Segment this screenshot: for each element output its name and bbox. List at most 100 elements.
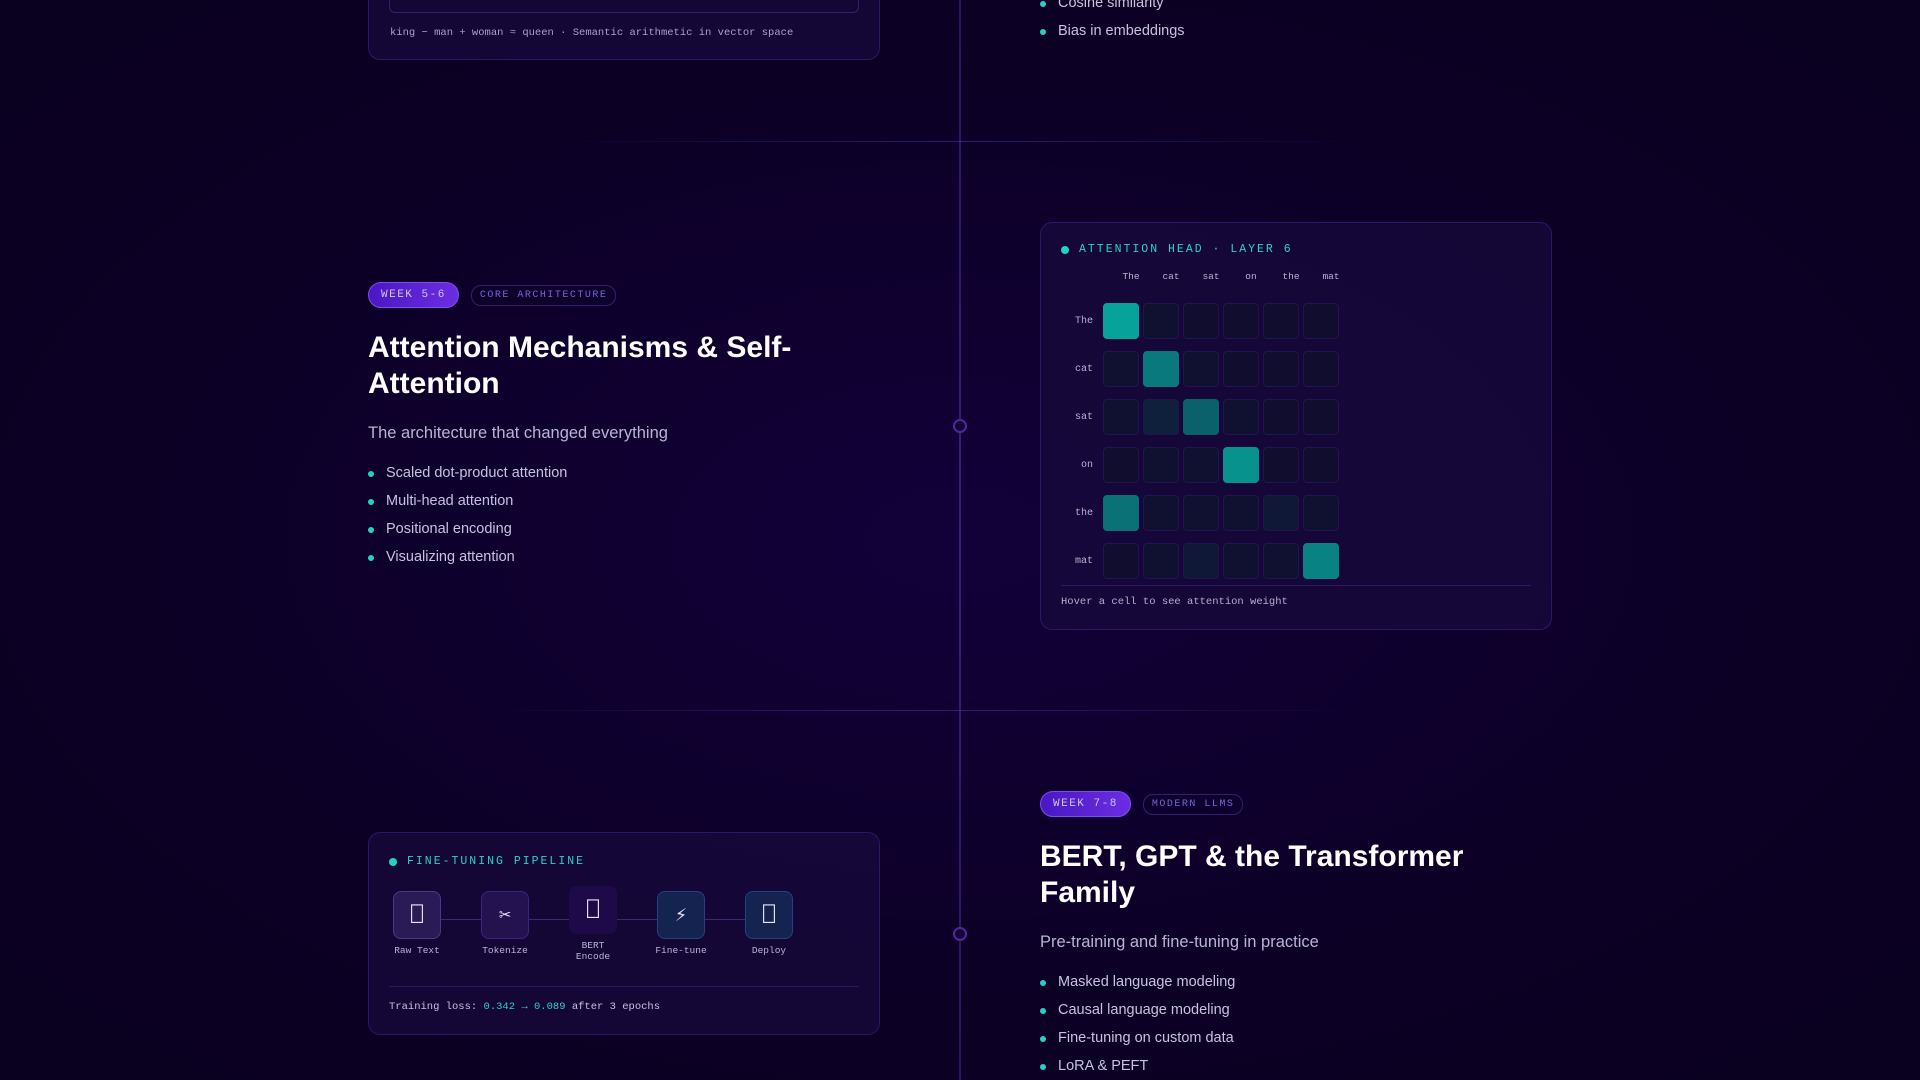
- heatmap-cell[interactable]: [1183, 495, 1219, 531]
- heatmap-cell[interactable]: [1263, 399, 1299, 435]
- heatmap-cell[interactable]: [1183, 303, 1219, 339]
- heatmap-cell[interactable]: [1183, 399, 1219, 435]
- week-badge: WEEK 5-6: [368, 282, 459, 308]
- column-label: the: [1282, 271, 1300, 282]
- heatmap-hint: Hover a cell to see attention weight: [1061, 596, 1288, 608]
- heatmap-cell[interactable]: [1223, 399, 1259, 435]
- heatmap-row: mat: [1061, 537, 1343, 585]
- heatmap-cell[interactable]: [1183, 447, 1219, 483]
- loss-label: Training loss:: [389, 1001, 478, 1013]
- topic-list: Masked language modeling Causal language…: [1040, 968, 1510, 1080]
- heatmap-cell[interactable]: [1183, 543, 1219, 579]
- heatmap-cell[interactable]: [1223, 351, 1259, 387]
- row-label: on: [1080, 459, 1093, 471]
- timeline-node-week-7-8: [953, 927, 967, 941]
- week-badge: WEEK 7-8: [1040, 791, 1131, 817]
- row-label: The: [1074, 315, 1093, 327]
- heatmap-cell[interactable]: [1103, 447, 1139, 483]
- heatmap-cell[interactable]: [1303, 543, 1339, 579]
- pipeline-step[interactable]: ⎕ Raw Text: [393, 891, 441, 956]
- row-label: cat: [1074, 363, 1093, 375]
- heatmap-row: The: [1061, 297, 1343, 345]
- list-item: Scaled dot-product attention: [368, 459, 838, 487]
- step-label: Deploy: [751, 945, 787, 956]
- step-label: Tokenize: [482, 945, 528, 956]
- arrow-icon: →: [521, 1001, 528, 1013]
- heatmap-cell[interactable]: [1143, 495, 1179, 531]
- heatmap-cell[interactable]: [1263, 543, 1299, 579]
- heatmap-cell[interactable]: [1143, 543, 1179, 579]
- list-item: Cosine similarity: [1040, 0, 1185, 17]
- training-loss: Training loss: 0.342 → 0.089 after 3 epo…: [389, 1001, 660, 1013]
- pipeline-step[interactable]: ⎕ Deploy: [745, 891, 793, 956]
- loss-suffix: after 3 epochs: [571, 1001, 661, 1013]
- section-title: BERT, GPT & the Transformer Family: [1040, 840, 1464, 909]
- heatmap-cell[interactable]: [1183, 351, 1219, 387]
- heatmap-cell[interactable]: [1303, 303, 1339, 339]
- column-label: mat: [1322, 271, 1340, 282]
- heatmap-cell[interactable]: [1223, 495, 1259, 531]
- attention-heatmap: The cat sat on the mat: [1061, 297, 1343, 585]
- heatmap-cell[interactable]: [1263, 351, 1299, 387]
- list-item: Masked language modeling: [1040, 968, 1510, 996]
- heatmap-cell[interactable]: [1143, 399, 1179, 435]
- column-label: sat: [1202, 271, 1220, 282]
- rocket-icon: ⎕: [745, 891, 793, 939]
- heatmap-cell[interactable]: [1103, 399, 1139, 435]
- heatmap-cell[interactable]: [1223, 543, 1259, 579]
- pipeline-card: FINE-TUNING PIPELINE ⎕ Raw Text ✂ Tokenize ⎕…: [368, 832, 880, 1035]
- loss-end: 0.089: [533, 1001, 566, 1013]
- model-icon: ⎕: [569, 886, 617, 934]
- divider: [389, 986, 859, 987]
- topic-badge: MODERN LLMS: [1142, 793, 1244, 815]
- heatmap-cell[interactable]: [1103, 543, 1139, 579]
- heatmap-cell[interactable]: [1263, 303, 1299, 339]
- heatmap-row: the: [1061, 489, 1343, 537]
- heatmap-cell[interactable]: [1143, 303, 1179, 339]
- pipeline-connector: [617, 919, 657, 920]
- heatmap-cell[interactable]: [1303, 447, 1339, 483]
- heatmap-row: on: [1061, 441, 1343, 489]
- heatmap-cell[interactable]: [1263, 447, 1299, 483]
- divider: [1061, 585, 1531, 586]
- timeline-node-week-5-6: [953, 419, 967, 433]
- pipeline-step[interactable]: ⎕ BERT Encode: [569, 886, 617, 962]
- pipeline-connector: [441, 919, 481, 920]
- section-attention: WEEK 5-6 CORE ARCHITECTURE Attention Mec…: [368, 282, 838, 571]
- lightning-icon: ⚡: [657, 891, 705, 939]
- heatmap-cell[interactable]: [1103, 495, 1139, 531]
- pipeline-step[interactable]: ✂ Tokenize: [481, 891, 529, 956]
- list-item: Causal language modeling: [1040, 996, 1510, 1024]
- list-item: Bias in embeddings: [1040, 17, 1185, 45]
- heatmap-cell[interactable]: [1103, 351, 1139, 387]
- heatmap-cell[interactable]: [1303, 495, 1339, 531]
- curriculum-page: king − man + woman ≈ queen · Semantic ar…: [0, 0, 1920, 1080]
- status-dot: [389, 857, 397, 866]
- loss-start: 0.342: [483, 1001, 516, 1013]
- column-label: cat: [1162, 271, 1180, 282]
- section-subtitle: Pre-training and fine-tuning in practice: [1040, 933, 1319, 951]
- heatmap-cell[interactable]: [1143, 447, 1179, 483]
- heatmap-cell[interactable]: [1223, 303, 1259, 339]
- topic-badge: CORE ARCHITECTURE: [470, 284, 617, 306]
- heatmap-cell[interactable]: [1263, 495, 1299, 531]
- step-label: Raw Text: [394, 945, 440, 956]
- card-title: ATTENTION HEAD · LAYER 6: [1079, 243, 1293, 256]
- heatmap-cell[interactable]: [1303, 399, 1339, 435]
- section-subtitle: The architecture that changed everything: [368, 424, 668, 442]
- pipeline-steps: ⎕ Raw Text ✂ Tokenize ⎕ BERT Encode ⚡ Fine-tune…: [393, 886, 793, 962]
- row-label: sat: [1074, 411, 1093, 423]
- pipeline-step[interactable]: ⚡ Fine-tune: [655, 891, 707, 956]
- heatmap-cell[interactable]: [1303, 351, 1339, 387]
- step-label: Fine-tune: [655, 945, 707, 956]
- prev-section: Cosine similarity Bias in embeddings: [1040, 0, 1185, 45]
- step-label: BERT Encode: [575, 940, 611, 962]
- embedding-caption: king − man + woman ≈ queen · Semantic ar…: [390, 27, 794, 39]
- vector-space-plot: [389, 0, 859, 13]
- heatmap-cell[interactable]: [1103, 303, 1139, 339]
- heatmap-cell[interactable]: [1223, 447, 1259, 483]
- heatmap-cell[interactable]: [1143, 351, 1179, 387]
- attention-card: ATTENTION HEAD · LAYER 6 The cat sat on …: [1040, 222, 1552, 630]
- document-icon: ⎕: [393, 891, 441, 939]
- list-item: Visualizing attention: [368, 543, 838, 571]
